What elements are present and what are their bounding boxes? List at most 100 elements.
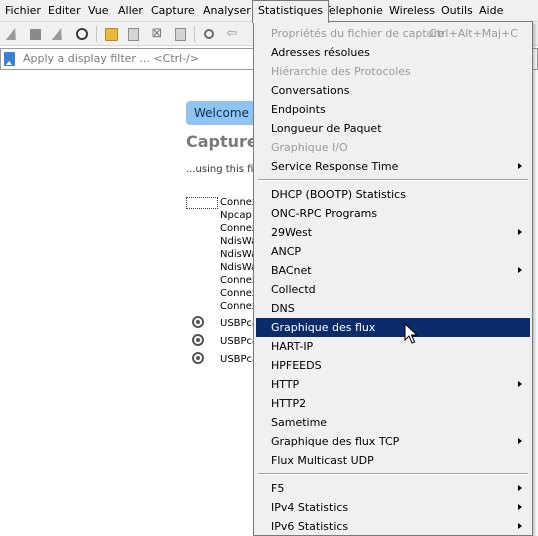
menu-item-ipv6-statistics[interactable]: IPv6 Statistics: [256, 517, 530, 536]
save-file-icon[interactable]: [125, 26, 141, 42]
interface-item[interactable]: Connexion: [220, 287, 256, 300]
open-folder-icon[interactable]: [103, 26, 119, 42]
menu-item-resolved-addresses[interactable]: Adresses résolues: [256, 43, 530, 62]
menu-item-bacnet[interactable]: BACnet: [256, 261, 530, 280]
submenu-arrow-icon: [518, 485, 522, 491]
menu-item-label: Conversations: [271, 84, 350, 97]
find-magnifier-icon[interactable]: [201, 26, 217, 42]
menu-item-label: Propriétés du fichier de capture: [271, 27, 445, 40]
menu-item-hpfeeds[interactable]: HPFEEDS: [256, 356, 530, 375]
stop-square-icon[interactable]: [27, 26, 43, 42]
menu-item-label: Graphique des flux: [271, 321, 376, 334]
close-file-icon[interactable]: ⊠: [149, 26, 165, 42]
menu-bar: Fichier Editer Vue Aller Capture Analyse…: [0, 0, 538, 23]
welcome-tab[interactable]: Welcome: [186, 101, 256, 125]
menu-item-label: Adresses résolues: [271, 46, 370, 59]
menu-analyser[interactable]: Analyser: [198, 0, 256, 22]
interface-settings-gear-icon[interactable]: [192, 316, 204, 328]
menu-item-hart-ip[interactable]: HART-IP: [256, 337, 530, 356]
menu-item-label: Graphique I/O: [271, 141, 348, 154]
menu-item-ancp[interactable]: ANCP: [256, 242, 530, 261]
reload-file-icon[interactable]: [172, 26, 188, 42]
menu-item-udp-multicast-streams[interactable]: Flux Multicast UDP: [256, 451, 530, 470]
interface-item[interactable]: NdisWan: [220, 248, 256, 261]
submenu-arrow-icon: [518, 523, 522, 529]
menu-aller[interactable]: Aller: [113, 0, 148, 22]
menu-item-label: Flux Multicast UDP: [271, 454, 374, 467]
menu-item-label: F5: [271, 482, 285, 495]
menu-aide[interactable]: Aide: [474, 0, 508, 22]
menu-item-label: Graphique des flux TCP: [271, 435, 400, 448]
menu-item-label: Service Response Time: [271, 160, 399, 173]
capture-options-gear-icon[interactable]: [74, 26, 90, 42]
menu-item-label: HART-IP: [271, 340, 314, 353]
menu-item-label: HPFEEDS: [271, 359, 322, 372]
menu-item-label: HTTP2: [271, 397, 307, 410]
submenu-arrow-icon: [518, 381, 522, 387]
menu-item-f5[interactable]: F5: [256, 479, 530, 498]
menu-item-capture-file-properties[interactable]: Propriétés du fichier de capture Ctrl+Al…: [256, 24, 530, 43]
interface-item[interactable]: Connexion: [220, 300, 256, 313]
menu-item-label: Endpoints: [271, 103, 326, 116]
menu-item-flow-graph[interactable]: Graphique des flux: [256, 318, 530, 337]
interface-item[interactable]: Npcap Loopback: [220, 209, 256, 222]
menu-separator: [258, 179, 528, 181]
menu-item-label: HTTP: [271, 378, 300, 391]
interface-item[interactable]: Connexion: [220, 196, 256, 209]
menu-item-http2[interactable]: HTTP2: [256, 394, 530, 413]
menu-editer[interactable]: Editer: [43, 0, 86, 22]
menu-item-dns[interactable]: DNS: [256, 299, 530, 318]
menu-outils[interactable]: Outils: [436, 0, 478, 22]
interface-item[interactable]: Connexion: [220, 222, 256, 235]
interface-settings-gear-icon[interactable]: [192, 352, 204, 364]
menu-item-protocol-hierarchy[interactable]: Hiérarchie des Protocoles: [256, 62, 530, 81]
interface-focus-box: [186, 197, 218, 209]
menu-item-label: DNS: [271, 302, 295, 315]
menu-item-onc-rpc-programs[interactable]: ONC-RPC Programs: [256, 204, 530, 223]
menu-item-endpoints[interactable]: Endpoints: [256, 100, 530, 119]
submenu-arrow-icon: [518, 438, 522, 444]
menu-item-collectd[interactable]: Collectd: [256, 280, 530, 299]
mouse-cursor-icon: [404, 323, 418, 344]
menu-item-io-graph[interactable]: Graphique I/O: [256, 138, 530, 157]
menu-item-service-response-time[interactable]: Service Response Time: [256, 157, 530, 176]
menu-item-label: 29West: [271, 226, 313, 239]
menu-item-label: Collectd: [271, 283, 316, 296]
capture-heading: Capture: [186, 132, 256, 151]
submenu-arrow-icon: [518, 504, 522, 510]
display-filter-input[interactable]: Apply a display filter ... <Ctrl-/>: [23, 49, 273, 69]
menu-item-sametime[interactable]: Sametime: [256, 413, 530, 432]
menu-vue[interactable]: Vue: [83, 0, 114, 22]
menu-item-http[interactable]: HTTP: [256, 375, 530, 394]
interface-item[interactable]: USBPcap2: [220, 335, 256, 348]
menu-capture[interactable]: Capture: [146, 0, 200, 22]
bookmark-icon[interactable]: [4, 52, 15, 66]
restart-fin-icon[interactable]: [51, 26, 67, 42]
submenu-arrow-icon: [518, 163, 522, 169]
shark-fin-start-icon[interactable]: [5, 26, 21, 42]
interface-item[interactable]: NdisWan: [220, 261, 256, 274]
menu-telephonie[interactable]: Telephonie: [319, 0, 388, 22]
menu-item-label: BACnet: [271, 264, 312, 277]
menu-item-ipv4-statistics[interactable]: IPv4 Statistics: [256, 498, 530, 517]
menu-item-tcp-stream-graphs[interactable]: Graphique des flux TCP: [256, 432, 530, 451]
menu-wireless[interactable]: Wireless: [384, 0, 440, 22]
toolbar-separator: [194, 26, 195, 42]
menu-statistiques[interactable]: Statistiques: [252, 0, 329, 23]
menu-item-packet-length[interactable]: Longueur de Paquet: [256, 119, 530, 138]
menu-item-label: IPv6 Statistics: [271, 520, 349, 533]
menu-item-29west[interactable]: 29West: [256, 223, 530, 242]
menu-item-label: Hiérarchie des Protocoles: [271, 65, 411, 78]
menu-item-label: Sametime: [271, 416, 328, 429]
interface-item[interactable]: USBPcap3: [220, 353, 256, 366]
interface-item[interactable]: USBPcap1: [220, 317, 256, 330]
menu-item-label: ANCP: [271, 245, 302, 258]
menu-fichier[interactable]: Fichier: [0, 0, 46, 22]
interface-item[interactable]: NdisWan: [220, 235, 256, 248]
menu-item-dhcp-statistics[interactable]: DHCP (BOOTP) Statistics: [256, 185, 530, 204]
interface-settings-gear-icon[interactable]: [192, 334, 204, 346]
interface-item[interactable]: Connexion: [220, 274, 256, 287]
menu-item-label: Longueur de Paquet: [271, 122, 382, 135]
back-arrow-icon[interactable]: ⇦: [224, 26, 240, 42]
menu-item-conversations[interactable]: Conversations: [256, 81, 530, 100]
